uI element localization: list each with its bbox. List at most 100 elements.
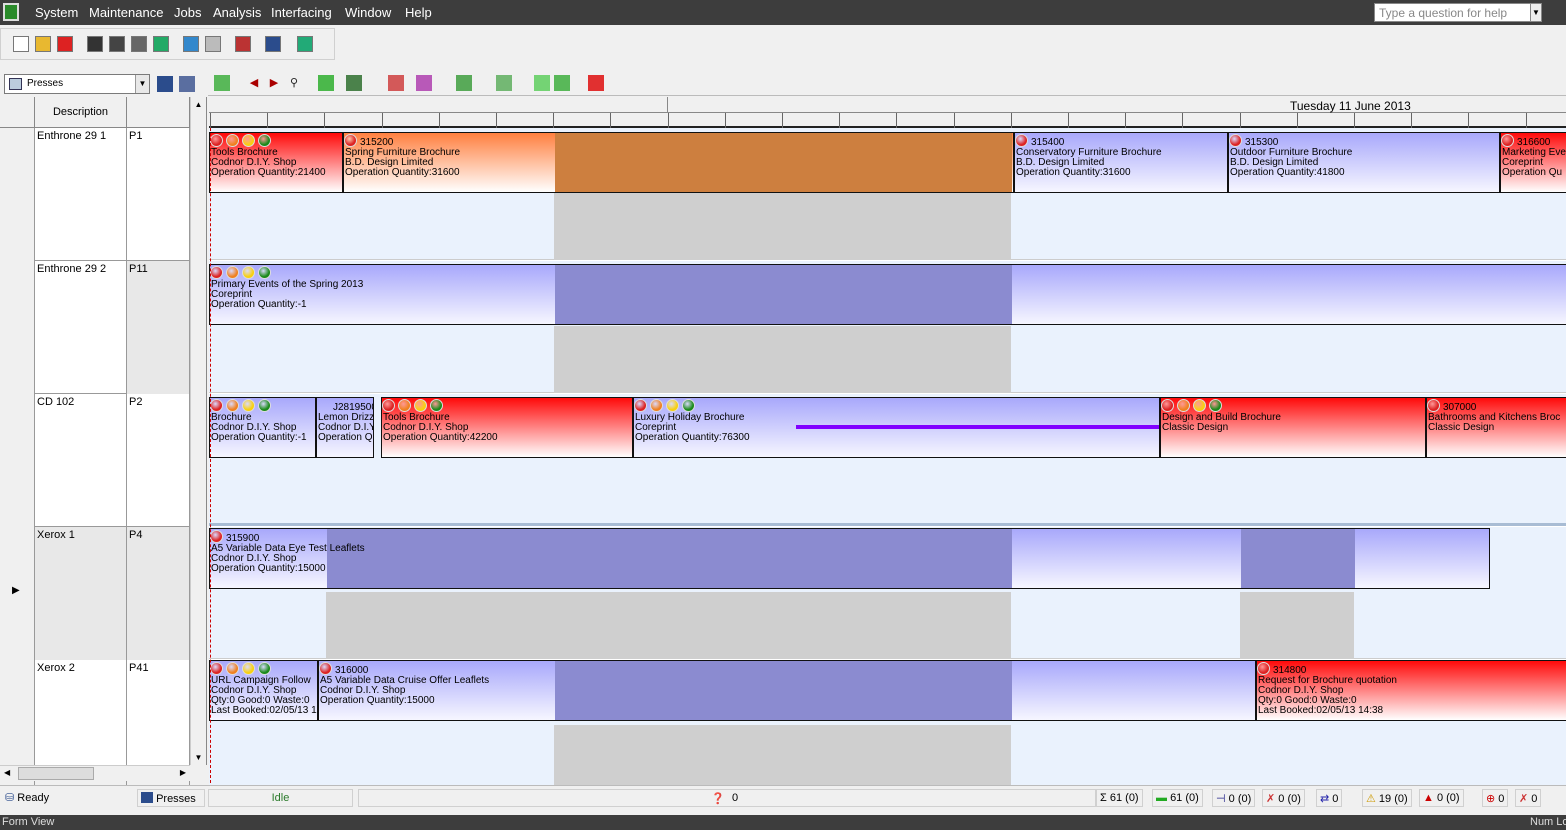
resource-description[interactable]: Enthrone 29 2: [35, 261, 127, 394]
split-icon[interactable]: [346, 75, 362, 91]
description-header[interactable]: Description: [35, 97, 127, 128]
job-details: Tools Brochure Codnor D.I.Y. Shop Operatio…: [211, 138, 342, 178]
sort-icon[interactable]: [416, 75, 432, 91]
resource-description[interactable]: Xerox 1: [35, 527, 127, 660]
recycle-icon[interactable]: [318, 75, 334, 91]
expand-icon[interactable]: [534, 75, 550, 91]
job-bar[interactable]: 316600 Marketing Eve Coreprint Operation Qu: [1500, 132, 1566, 193]
query-icon[interactable]: [388, 75, 404, 91]
job-bar[interactable]: 315300 Outdoor Furniture Brochure B.D. Des…: [1228, 132, 1500, 193]
job-bar[interactable]: 316000 A5 Variable Data Cruise Offer Leaf…: [318, 660, 1256, 721]
job-bar[interactable]: J2819500 Lemon Drizz Codnor D.I.Y Operation…: [316, 397, 374, 458]
resource-description[interactable]: CD 102: [35, 394, 127, 527]
job-bar[interactable]: 315200 Spring Furniture Brochure B.D. Desi…: [343, 132, 1014, 193]
edit-view-icon[interactable]: [179, 76, 195, 92]
new-icon[interactable]: [13, 36, 29, 52]
time-tick: [210, 113, 211, 128]
delete-icon[interactable]: [57, 36, 73, 52]
pin-icon[interactable]: [588, 75, 604, 91]
table-icon: [9, 78, 22, 90]
job-bar[interactable]: 307000 Bathrooms and Kitchens Broc Classic…: [1426, 397, 1566, 458]
menu-help[interactable]: Help: [405, 5, 432, 20]
calendar-icon[interactable]: [265, 36, 281, 52]
job-bar[interactable]: 314800 Request for Brochure quotation Codn…: [1256, 660, 1566, 721]
job-details: 315200 Spring Furniture Brochure B.D. Desi…: [345, 138, 1013, 178]
code-header[interactable]: [127, 97, 190, 128]
job-bar[interactable]: 315900 A5 Variable Data Eye Test Leaflets…: [209, 528, 1490, 589]
open-icon[interactable]: [35, 36, 51, 52]
menu-window[interactable]: Window: [345, 5, 391, 20]
job-bar[interactable]: URL Campaign Follow Codnor D.I.Y. Shop Qty…: [209, 660, 318, 721]
refresh-icon[interactable]: [205, 36, 221, 52]
job-bar[interactable]: Tools Brochure Codnor D.I.Y. Shop Operatio…: [381, 397, 633, 458]
new-view-icon[interactable]: [157, 76, 173, 92]
resource-description[interactable]: Enthrone 29 1: [35, 128, 127, 261]
export-icon[interactable]: [297, 36, 313, 52]
columns-icon[interactable]: [456, 75, 472, 91]
job-details: Tools Brochure Codnor D.I.Y. Shop Operatio…: [383, 403, 632, 443]
previous-icon[interactable]: ◀: [246, 75, 262, 91]
schedule-icon[interactable]: [153, 36, 169, 52]
menu-interfacing[interactable]: Interfacing: [271, 5, 332, 20]
resource-code[interactable]: P1: [127, 128, 190, 261]
job-bar[interactable]: Brochure Codnor D.I.Y. Shop Operation Quan…: [209, 397, 316, 458]
row-indicator[interactable]: ▶: [0, 527, 35, 660]
job-bar[interactable]: Luxury Holiday Brochure Coreprint Operatio…: [633, 397, 1160, 458]
error-icon: ▲: [1423, 792, 1437, 804]
status-counter: ✗ 0: [1515, 789, 1542, 807]
row-indicator[interactable]: [0, 394, 35, 527]
job-bar[interactable]: Design and Build Brochure Classic Design: [1160, 397, 1426, 458]
sigma-icon: Σ: [1100, 792, 1110, 804]
form-view-label: Form View: [2, 816, 55, 828]
job-details: Brochure Codnor D.I.Y. Shop Operation Quan…: [211, 403, 315, 443]
job-bar[interactable]: 315400 Conservatory Furniture Brochure B.D…: [1014, 132, 1228, 193]
move-icon[interactable]: [183, 36, 199, 52]
row-indicator[interactable]: [0, 128, 35, 261]
job-line: Codnor D.I.Y. Shop: [320, 685, 406, 696]
help-query-icon: ❓: [711, 793, 725, 805]
find-icon[interactable]: ⚲: [286, 75, 302, 91]
job-details: Design and Build Brochure Classic Design: [1162, 403, 1425, 433]
resource-code[interactable]: P4: [127, 527, 190, 660]
job-details: 316600 Marketing Eve Coreprint Operation Qu: [1502, 138, 1566, 178]
resource-code[interactable]: P2: [127, 394, 190, 527]
help-search-input[interactable]: Type a question for help: [1374, 3, 1542, 22]
conflict-icon: ⊕: [1486, 793, 1499, 805]
menu-system[interactable]: System: [35, 5, 78, 20]
collapse-icon[interactable]: [554, 75, 570, 91]
menu-jobs[interactable]: Jobs: [174, 5, 201, 20]
properties-icon[interactable]: [131, 36, 147, 52]
job-line: Classic Design: [1162, 422, 1229, 433]
resource-row[interactable]: Enthrone 29 2 P11: [0, 261, 190, 394]
time-tick: [1411, 113, 1412, 128]
resource-row[interactable]: ▶ Xerox 1 P4: [0, 527, 190, 660]
job-line: Operation Quantity:31600: [345, 167, 460, 178]
menu-analysis[interactable]: Analysis: [213, 5, 261, 20]
next-icon[interactable]: ▶: [266, 75, 282, 91]
chevron-down-icon[interactable]: ▼: [135, 75, 149, 93]
resource-row[interactable]: CD 102 P2: [0, 394, 190, 527]
time-tick: [782, 113, 783, 128]
row-indicator[interactable]: [0, 261, 35, 394]
save-icon[interactable]: [87, 36, 103, 52]
job-bar[interactable]: Tools Brochure Codnor D.I.Y. Shop Operatio…: [209, 132, 343, 193]
horizontal-scrollbar[interactable]: ◀ ▶: [0, 765, 190, 781]
resource-row[interactable]: Enthrone 29 1 P1: [0, 128, 190, 261]
vertical-scrollbar[interactable]: ▲ ▼: [190, 97, 206, 765]
time-tick: [839, 113, 840, 128]
time-tick: [1240, 113, 1241, 128]
menu-maintenance[interactable]: Maintenance: [89, 5, 163, 20]
report-icon[interactable]: [235, 36, 251, 52]
filter-icon[interactable]: [496, 75, 512, 91]
help-dropdown-button[interactable]: ▼: [1530, 3, 1542, 22]
job-bar[interactable]: Primary Events of the Spring 2013 Corepri…: [209, 264, 1566, 325]
save-all-icon[interactable]: [109, 36, 125, 52]
map-icon[interactable]: [214, 75, 230, 91]
resource-code[interactable]: P11: [127, 261, 190, 394]
status-counter: ⚠ 19 (0): [1362, 789, 1412, 807]
non-working-period: [1240, 592, 1354, 659]
current-time-marker: [210, 128, 211, 785]
view-selector[interactable]: Presses ▼: [4, 74, 150, 94]
job-line: Spring Furniture Brochure: [345, 147, 461, 158]
job-line: Operation Quantity:-1: [211, 299, 307, 310]
